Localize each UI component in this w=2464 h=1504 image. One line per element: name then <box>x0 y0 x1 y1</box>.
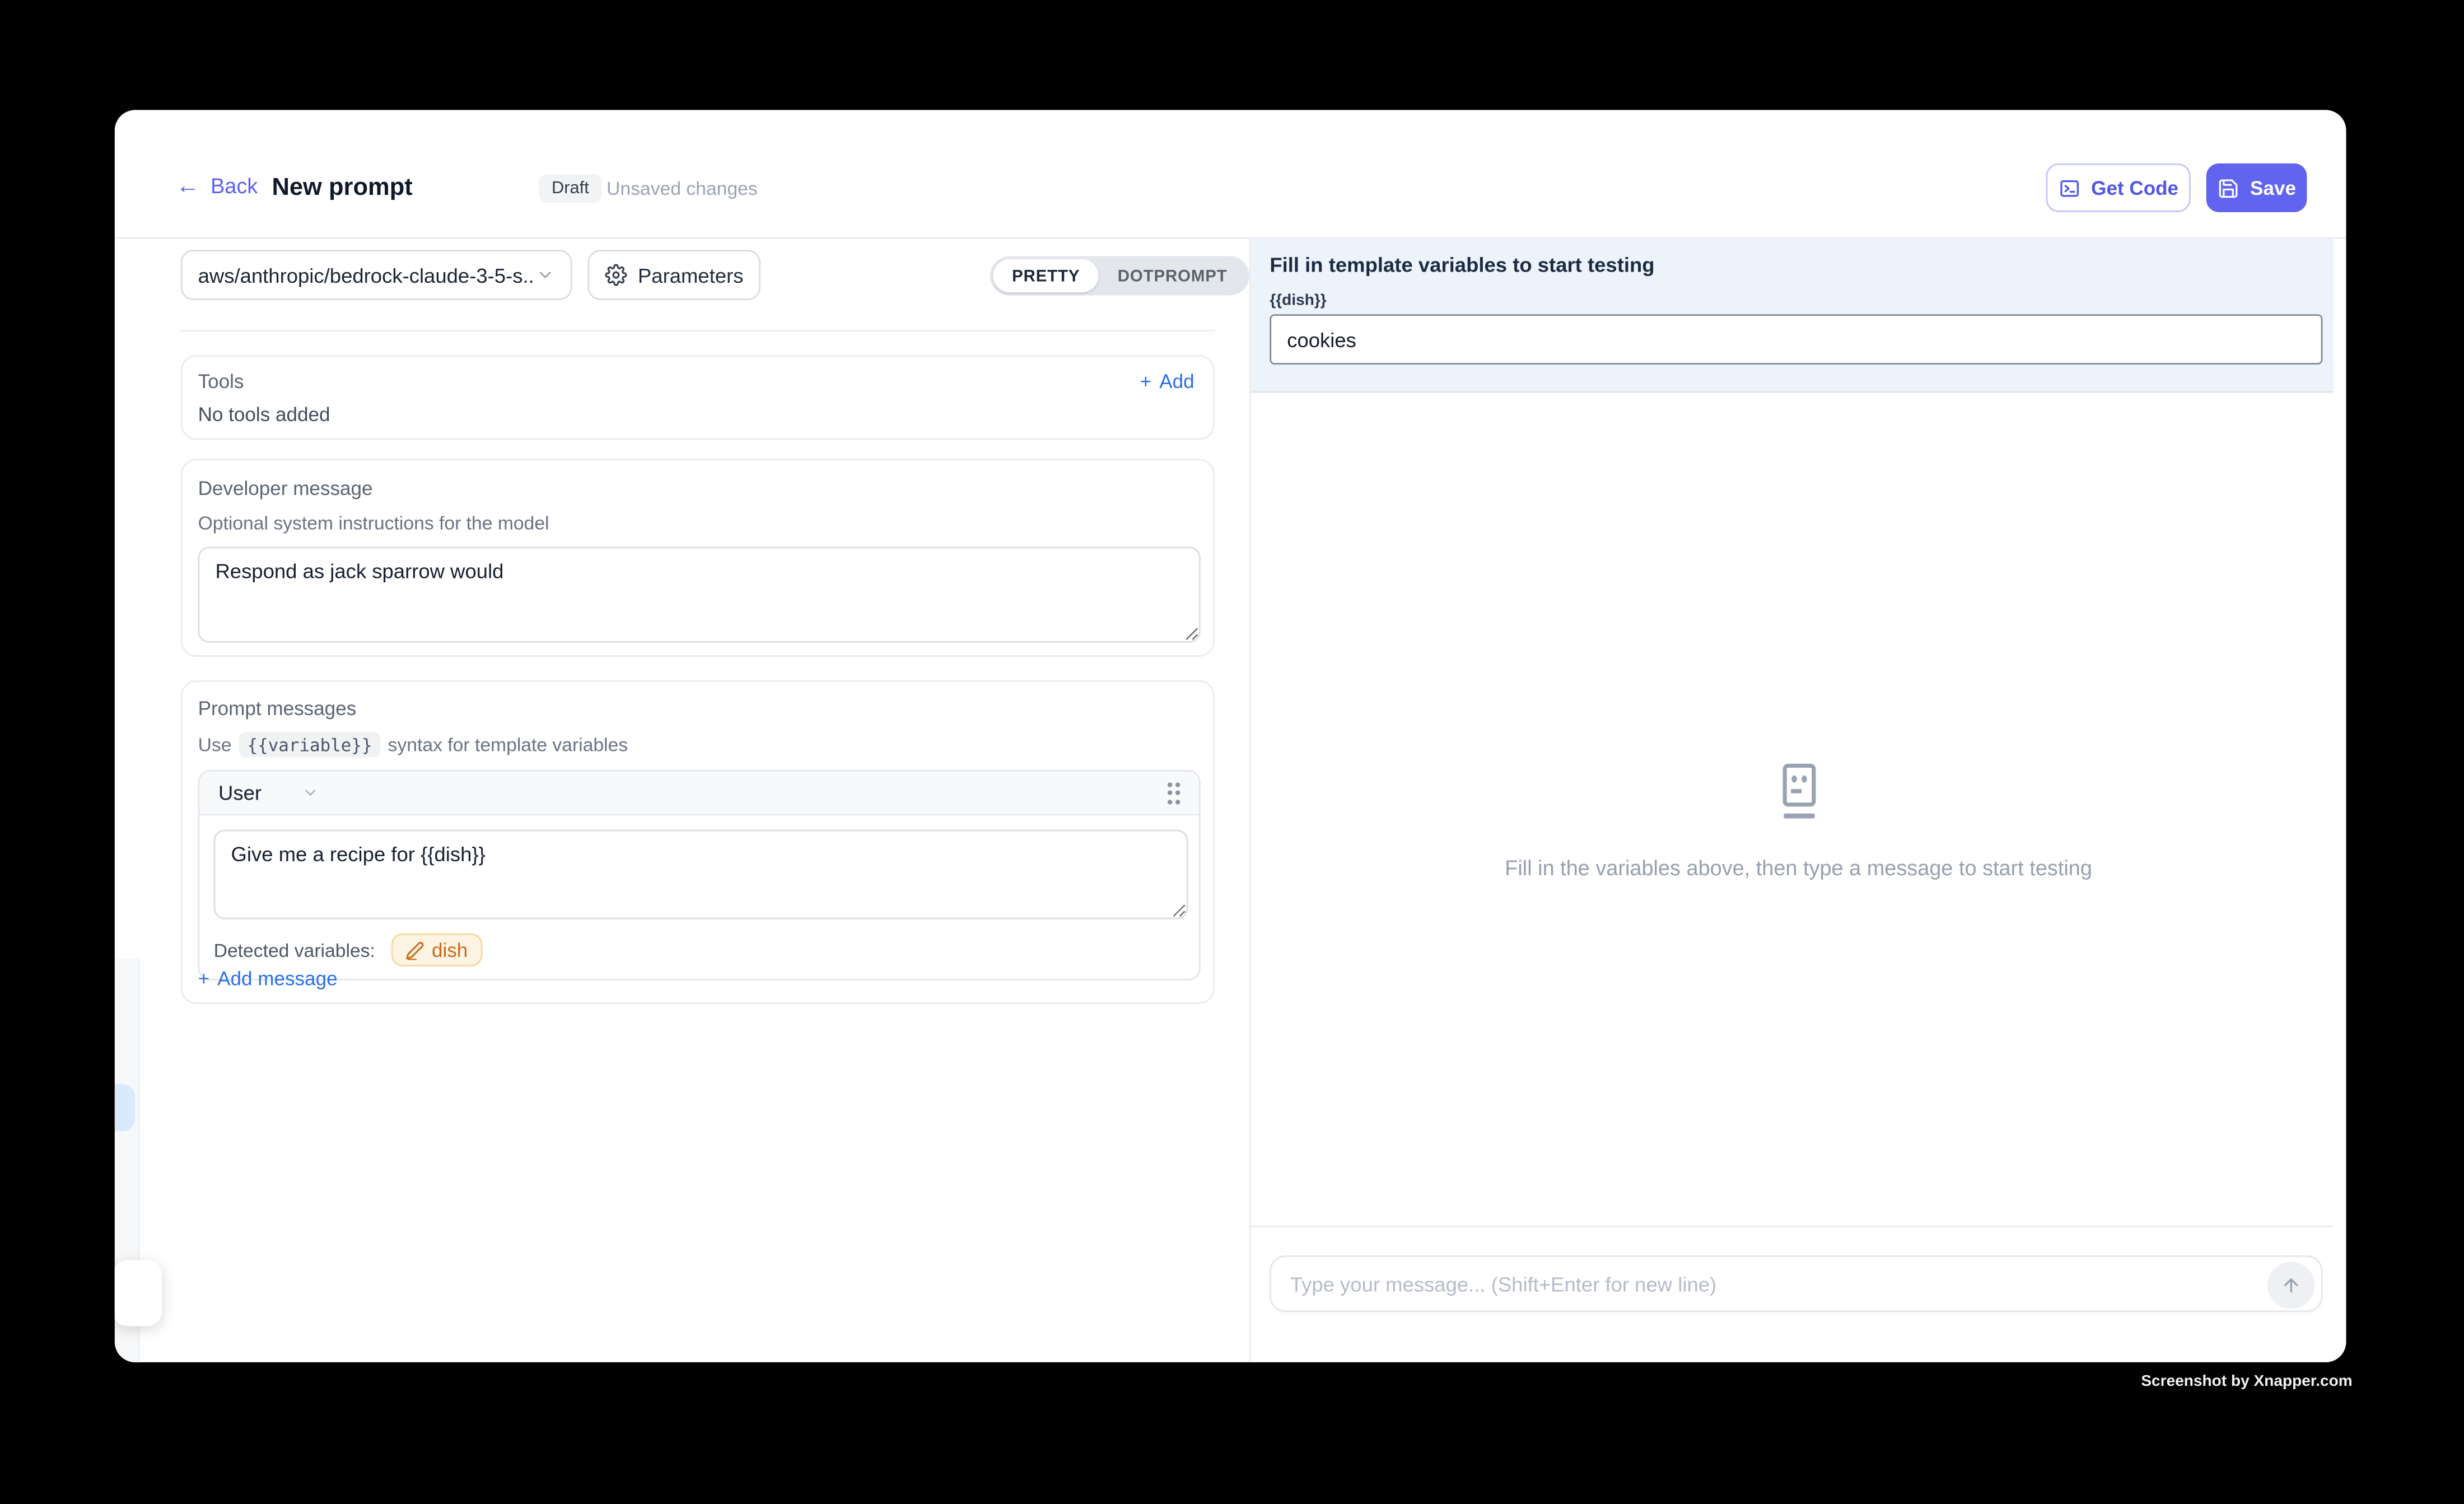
prompt-messages-section: Prompt messages Use {{variable}} syntax … <box>181 680 1215 1004</box>
divider <box>181 330 1215 331</box>
parameters-label: Parameters <box>638 263 744 287</box>
model-selector-value: aws/anthropic/bedrock-claude-3-5-s... <box>198 263 536 287</box>
template-variables-section: Fill in template variables to start test… <box>1251 239 2334 393</box>
back-arrow-icon: ← <box>176 174 199 198</box>
add-message-label: Add message <box>217 968 337 990</box>
variable-chip-dish[interactable]: dish <box>391 933 482 966</box>
plus-icon: + <box>1140 371 1152 393</box>
chevron-down-icon[interactable] <box>302 784 320 801</box>
pencil-icon <box>405 940 424 959</box>
arrow-up-icon <box>2280 1274 2302 1296</box>
view-mode-toggle: PRETTY DOTPROMPT <box>990 256 1249 295</box>
model-selector[interactable]: aws/anthropic/bedrock-claude-3-5-s... <box>181 250 572 300</box>
screenshot-stage: ← Back New prompt Draft Unsaved changes … <box>0 0 2464 1503</box>
save-icon <box>2217 177 2239 199</box>
drag-handle-icon[interactable] <box>1167 782 1180 804</box>
app-window: ← Back New prompt Draft Unsaved changes … <box>115 110 2346 1362</box>
chat-message-input[interactable] <box>1271 1257 2321 1310</box>
send-button[interactable] <box>2267 1262 2314 1309</box>
back-button[interactable]: ← Back <box>176 174 258 198</box>
developer-message-title: Developer message <box>198 478 1198 499</box>
composer-box <box>1270 1255 2322 1312</box>
back-label: Back <box>211 174 258 198</box>
empty-state-text: Fill in the variables above, then type a… <box>1505 856 2092 879</box>
message-content-input[interactable]: Give me a recipe for {{dish}} <box>214 830 1188 919</box>
variable-value-input[interactable] <box>1270 314 2322 365</box>
chat-composer <box>1251 1226 2334 1362</box>
page-title: New prompt <box>272 174 412 203</box>
add-tool-button[interactable]: + Add <box>1140 371 1194 393</box>
floating-panel-corner <box>115 1260 162 1326</box>
robot-face-icon <box>1772 762 1825 824</box>
developer-message-input[interactable]: Respond as jack sparrow would <box>198 547 1201 643</box>
get-code-label: Get Code <box>2091 177 2178 199</box>
developer-message-section: Developer message Optional system instru… <box>181 459 1215 657</box>
syntax-hint-code: {{variable}} <box>239 732 380 758</box>
tools-section: Tools + Add No tools added <box>181 355 1215 440</box>
add-tool-label: Add <box>1159 371 1194 393</box>
variable-chip-label: dish <box>432 939 468 961</box>
syntax-hint: Use {{variable}} syntax for template var… <box>198 732 1198 758</box>
unsaved-changes-note: Unsaved changes <box>606 178 758 199</box>
detected-variables-label: Detected variables: <box>214 939 375 961</box>
tools-title: Tools <box>198 371 244 393</box>
status-badge: Draft <box>539 174 601 203</box>
watermark-text: Screenshot by Xnapper.com <box>2141 1374 2352 1391</box>
add-message-button[interactable]: + Add message <box>198 968 338 990</box>
toggle-option-dotprompt[interactable]: DOTPROMPT <box>1099 259 1246 292</box>
variables-section-title: Fill in template variables to start test… <box>1270 253 1654 277</box>
prompt-editor-pane: aws/anthropic/bedrock-claude-3-5-s... Pa… <box>115 239 1249 1362</box>
chat-empty-state: Fill in the variables above, then type a… <box>1251 393 2346 1226</box>
message-role-header: User <box>199 772 1199 816</box>
parameters-button[interactable]: Parameters <box>587 250 760 300</box>
chevron-down-icon <box>536 265 555 284</box>
prompt-messages-title: Prompt messages <box>198 698 1198 720</box>
save-label: Save <box>2250 177 2296 199</box>
terminal-icon <box>2058 177 2080 199</box>
plus-icon: + <box>198 968 210 990</box>
syntax-hint-suffix: syntax for template variables <box>388 734 628 755</box>
sidebar-selected-item[interactable] <box>115 1084 135 1131</box>
toggle-option-pretty[interactable]: PRETTY <box>993 259 1099 292</box>
tools-empty-text: No tools added <box>198 404 1194 426</box>
role-select-value[interactable]: User <box>218 781 262 805</box>
syntax-hint-prefix: Use <box>198 734 232 755</box>
save-button[interactable]: Save <box>2206 164 2307 212</box>
message-block: User Give me a recipe for {{dish}} Detec… <box>198 770 1201 980</box>
variable-name-label: {{dish}} <box>1270 292 1326 310</box>
test-pane: Fill in template variables to start test… <box>1249 239 2346 1362</box>
developer-message-subtitle: Optional system instructions for the mod… <box>198 512 1198 534</box>
gear-icon <box>605 264 627 286</box>
get-code-button[interactable]: Get Code <box>2046 164 2191 212</box>
header-bar: ← Back New prompt Draft Unsaved changes … <box>115 110 2346 239</box>
